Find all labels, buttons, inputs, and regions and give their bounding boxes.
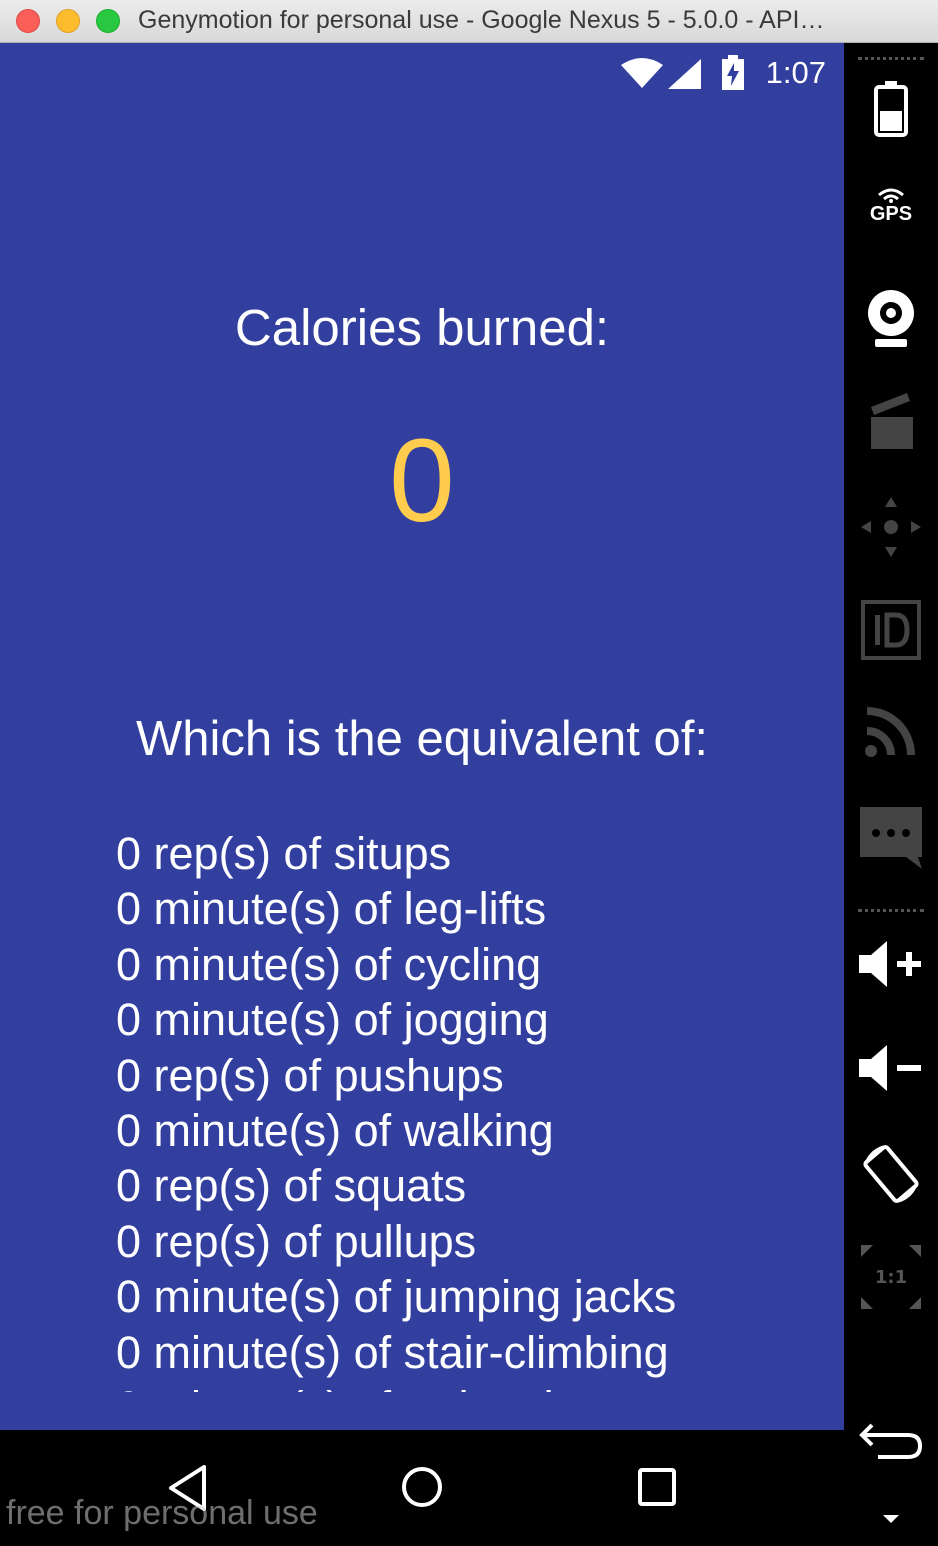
ratio-label: 1:1 xyxy=(875,1267,907,1288)
rotate-device-icon xyxy=(863,1145,919,1203)
emulator-toolbar: GPS 1:1 xyxy=(844,43,938,1546)
wifi-icon xyxy=(621,58,663,88)
list-item: 0 rep(s) of pullups xyxy=(116,1215,477,1267)
webcam-button[interactable] xyxy=(856,287,926,349)
battery-button[interactable] xyxy=(856,81,926,137)
id-icon xyxy=(861,600,921,660)
scale-arrows-icon: 1:1 xyxy=(861,1245,921,1309)
gps-icon xyxy=(878,188,904,203)
dpad-button[interactable] xyxy=(856,495,926,559)
volume-down-button[interactable] xyxy=(856,1043,926,1093)
dpad-icon xyxy=(861,497,921,557)
network-button[interactable] xyxy=(856,703,926,759)
list-item: 0 minute(s) of jumping jacks xyxy=(116,1271,677,1323)
device-screen: 1:07 Calories burned: 0 Which is the equ… xyxy=(0,43,844,1430)
status-bar: 1:07 xyxy=(0,43,844,103)
status-time: 1:07 xyxy=(765,55,826,90)
screencast-button[interactable] xyxy=(856,389,926,451)
device-id-button[interactable] xyxy=(856,599,926,661)
list-item: 0 rep(s) of situps xyxy=(116,828,452,879)
back-button[interactable] xyxy=(856,1421,926,1461)
list-item: 0 rep(s) of squats xyxy=(116,1160,467,1212)
gps-button[interactable]: GPS xyxy=(856,185,926,226)
toolbar-divider xyxy=(858,57,924,60)
equivalents-list[interactable]: 0 rep(s) of situps 0 minute(s) of leg-li… xyxy=(116,826,836,1392)
rotate-button[interactable] xyxy=(856,1141,926,1207)
close-window-button[interactable] xyxy=(16,9,40,33)
message-icon xyxy=(860,807,922,869)
window-titlebar: Genymotion for personal use - Google Nex… xyxy=(0,0,938,43)
volume-up-icon xyxy=(859,941,921,987)
list-item: 0 minute(s) of cycling xyxy=(116,938,542,990)
rss-icon xyxy=(865,707,915,757)
maximize-window-button[interactable] xyxy=(96,9,120,33)
back-arrow-icon xyxy=(859,1423,923,1459)
list-item: 0 minute(s) of walking xyxy=(116,1105,554,1157)
toolbar-divider xyxy=(858,909,924,912)
pixel-perfect-button[interactable]: 1:1 xyxy=(856,1243,926,1311)
list-item: 0 minute(s) of leg-lifts xyxy=(116,883,547,935)
home-nav-button[interactable] xyxy=(401,1466,443,1508)
list-item: 0 minute(s) of stair-climbing xyxy=(116,1326,669,1378)
calories-burned-label: Calories burned: xyxy=(234,299,610,356)
gps-label: GPS xyxy=(869,203,913,225)
volume-down-icon xyxy=(859,1045,921,1091)
recent-apps-nav-button[interactable] xyxy=(638,1468,676,1506)
webcam-icon xyxy=(868,290,914,347)
chevron-down-icon xyxy=(883,1515,899,1523)
list-item: 0 minute(s) of jogging xyxy=(116,994,549,1046)
minimize-window-button[interactable] xyxy=(56,9,80,33)
navigation-bar: free for personal use xyxy=(0,1430,844,1546)
clapperboard-icon xyxy=(871,393,913,449)
menu-button[interactable] xyxy=(856,1513,926,1525)
list-item: 0 minute(s) of swimming xyxy=(116,1380,836,1392)
equivalent-label: Which is the equivalent of: xyxy=(136,712,708,766)
calories-burned-value: 0 xyxy=(389,415,455,547)
sms-button[interactable] xyxy=(856,805,926,871)
battery-charging-icon xyxy=(722,55,744,90)
list-item: 0 rep(s) of pushups xyxy=(116,1049,504,1101)
window-title: Genymotion for personal use - Google Nex… xyxy=(138,6,825,34)
signal-icon xyxy=(668,59,701,89)
battery-icon xyxy=(874,81,908,137)
watermark-text: free for personal use xyxy=(6,1494,318,1532)
volume-up-button[interactable] xyxy=(856,939,926,989)
